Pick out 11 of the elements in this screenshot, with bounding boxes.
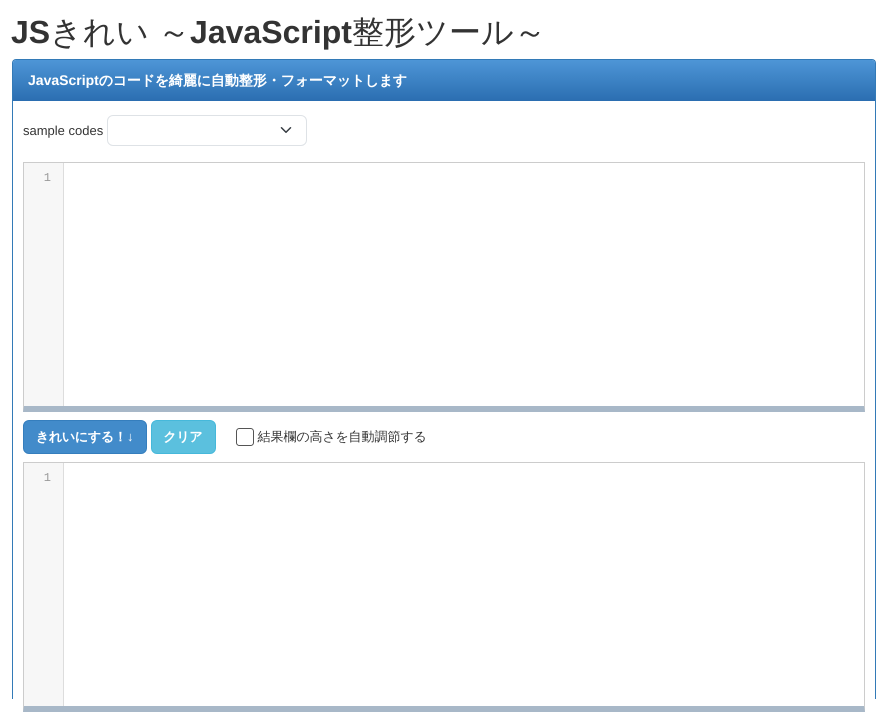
line-number: 1 [42, 170, 51, 187]
sample-label: sample codes [23, 122, 104, 140]
line-number: 1 [42, 470, 51, 487]
auto-height-label: 結果欄の高さを自動調節する [258, 428, 426, 446]
format-button[interactable]: きれいにする！↓ [23, 420, 146, 454]
auto-height-checkbox[interactable] [236, 428, 254, 446]
clear-button[interactable]: クリア [150, 420, 216, 454]
code-editor[interactable]: 1 [23, 162, 865, 412]
code-editor[interactable]: 1 [23, 462, 865, 712]
panel-heading: JavaScriptのコードを綺麗に自動整形・フォーマットします [13, 60, 875, 101]
page-title: JSきれい ～JavaScript整形ツール～ [11, 14, 547, 51]
